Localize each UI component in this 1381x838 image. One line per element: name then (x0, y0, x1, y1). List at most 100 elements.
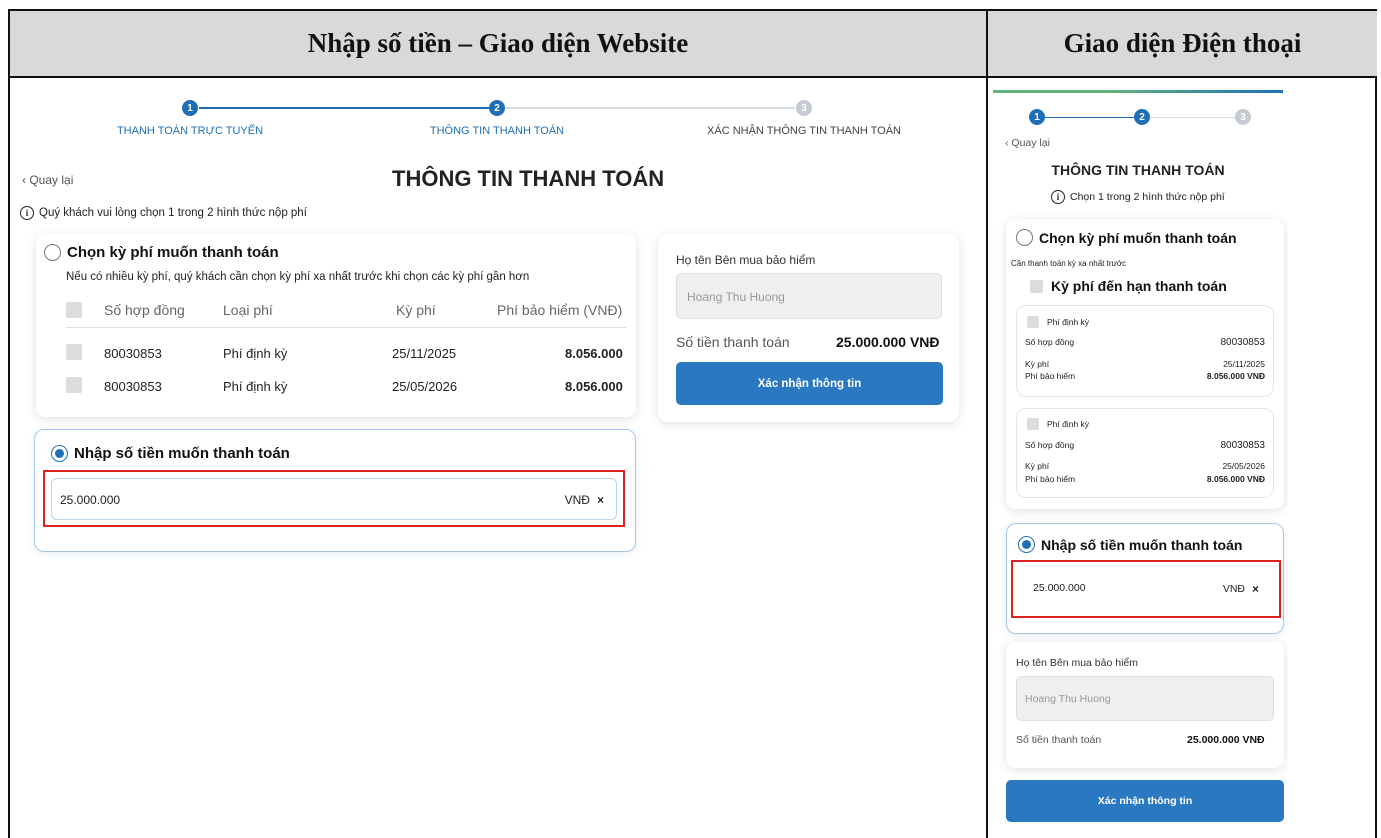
step-2-label: THÔNG TIN THANH TOÁN (429, 125, 565, 137)
m-item-1-type: Phí định kỳ (1047, 317, 1090, 327)
m-period-item[interactable]: Phí định kỳ Số hợp đồng 80030853 Kỳ phí … (1016, 408, 1274, 498)
m-step-2-dot: 2 (1134, 109, 1150, 125)
m-item-2-contract: 80030853 (1220, 440, 1266, 451)
m-due-label: Kỳ phí đến hạn thanh toán (1051, 278, 1227, 294)
option-period-note: Nếu có nhiều kỳ phí, quý khách cần chọn … (66, 271, 530, 283)
step-3-label: XÁC NHẬN THÔNG TIN THANH TOÁN (707, 125, 901, 137)
m-option-amount-label: Nhập số tiền muốn thanh toán (1041, 536, 1243, 553)
back-label: Quay lại (29, 173, 74, 187)
step-1-dot: 1 (182, 100, 198, 116)
option-period-label: Chọn kỳ phí muốn thanh toán (67, 244, 279, 261)
m-option-amount-title[interactable]: Nhập số tiền muốn thanh toán (1018, 536, 1242, 553)
confirm-button[interactable]: Xác nhận thông tin (676, 362, 943, 405)
step-1-label: THANH TOÁN TRỰC TUYẾN (116, 125, 264, 137)
period-radio[interactable] (44, 244, 61, 261)
mobile-panel: 1 2 3 ‹ Quay lại THÔNG TIN THANH TOÁN i … (988, 80, 1288, 836)
m-period-item[interactable]: Phí định kỳ Số hợp đồng 80030853 Kỳ phí … (1016, 305, 1274, 397)
m-info-note: i Chọn 1 trong 2 hình thức nộp phí (1051, 190, 1225, 204)
m-amount-value: 25.000.000 (1033, 582, 1086, 594)
amount-input[interactable]: 25.000.000 VNĐ × (51, 478, 617, 520)
m-option-period-title[interactable]: Chọn kỳ phí muốn thanh toán (1016, 229, 1237, 246)
m-item-2-contract-label: Số hợp đồng (1025, 440, 1075, 450)
total-value: 25.000.000 VNĐ (836, 334, 940, 350)
m-option-amount-card: Nhập số tiền muốn thanh toán 25.000.000 … (1006, 523, 1284, 634)
select-all-checkbox[interactable] (66, 302, 82, 318)
name-label: Họ tên Bên mua bảo hiểm (676, 253, 816, 267)
chevron-left-icon: ‹ (22, 173, 26, 187)
amount-unit: VNĐ × (565, 493, 604, 507)
amount-unit-label: VNĐ (564, 493, 590, 507)
back-link[interactable]: ‹ Quay lại (22, 173, 73, 187)
m-period-radio[interactable] (1016, 229, 1033, 246)
option-amount-label: Nhập số tiền muốn thanh toán (74, 445, 290, 462)
m-name-value: Hoang Thu Huong (1025, 693, 1111, 705)
m-step-3-dot: 3 (1235, 109, 1251, 125)
m-amount-unit: VNĐ × (1223, 582, 1259, 596)
step-connector-2 (505, 107, 795, 109)
m-step-1-dot: 1 (1029, 109, 1045, 125)
m-step-connector-1 (1045, 117, 1135, 118)
option-period-title[interactable]: Chọn kỳ phí muốn thanh toán (44, 244, 279, 261)
row-2-contract: 80030853 (104, 379, 162, 394)
option-period-card: Chọn kỳ phí muốn thanh toán Nếu có nhiều… (36, 234, 636, 417)
clear-icon[interactable]: × (597, 493, 604, 507)
table-divider (66, 327, 626, 328)
row-2-checkbox[interactable] (66, 377, 82, 393)
amount-value: 25.000.000 (60, 493, 121, 507)
top-progress-bar (993, 90, 1283, 93)
summary-card: Họ tên Bên mua bảo hiểm Hoang Thu Huong … (658, 234, 959, 422)
m-back-link[interactable]: ‹ Quay lại (1005, 137, 1050, 149)
m-item-2-period: 25/05/2026 (1222, 461, 1265, 471)
m-item-1-contract-label: Số hợp đồng (1025, 337, 1075, 347)
page-title: THÔNG TIN THANH TOÁN (392, 166, 665, 191)
m-item-1-period-label: Kỳ phí (1025, 359, 1050, 369)
m-confirm-button[interactable]: Xác nhận thông tin (1006, 780, 1284, 822)
m-option-period-card: Chọn kỳ phí muốn thanh toán Cần thanh to… (1006, 219, 1284, 509)
m-option-period-label: Chọn kỳ phí muốn thanh toán (1039, 229, 1237, 246)
m-amount-unit-label: VNĐ (1222, 583, 1245, 595)
m-item-1-contract: 80030853 (1220, 337, 1266, 348)
row-1-checkbox[interactable] (66, 344, 82, 360)
amount-radio[interactable] (51, 445, 68, 462)
row-1-contract: 80030853 (104, 346, 162, 361)
header-website: Nhập số tiền – Giao diện Website (10, 11, 986, 78)
header-mobile: Giao diện Điện thoại (988, 11, 1377, 78)
m-page-title: THÔNG TIN THANH TOÁN (1051, 162, 1225, 178)
step-2-dot: 2 (489, 100, 505, 116)
m-name-field[interactable]: Hoang Thu Huong (1016, 676, 1274, 721)
row-2-amount: 8.056.000 (565, 379, 623, 394)
m-item-2-checkbox[interactable] (1027, 418, 1039, 430)
m-step-connector-2 (1150, 117, 1235, 118)
m-item-1-checkbox[interactable] (1027, 316, 1039, 328)
info-text: Quý khách vui lòng chọn 1 trong 2 hình t… (39, 207, 307, 219)
m-item-2-type: Phí định kỳ (1047, 419, 1090, 429)
m-back-label: Quay lại (1011, 137, 1050, 149)
step-connector-1 (199, 107, 489, 109)
m-due-checkbox[interactable] (1030, 280, 1043, 293)
option-amount-card: Nhập số tiền muốn thanh toán 25.000.000 … (34, 429, 636, 552)
m-amount-radio[interactable] (1018, 536, 1035, 553)
row-1-type: Phí định kỳ (223, 346, 288, 361)
info-note: i Quý khách vui lòng chọn 1 trong 2 hình… (20, 206, 307, 220)
m-item-2-period-label: Kỳ phí (1025, 461, 1050, 471)
row-1-period: 25/11/2025 (392, 346, 457, 361)
stepper: 1 2 3 THANH TOÁN TRỰC TUYẾN THÔNG TIN TH… (12, 100, 974, 144)
m-info-text: Chọn 1 trong 2 hình thức nộp phí (1070, 191, 1225, 203)
name-field[interactable]: Hoang Thu Huong (676, 273, 942, 319)
m-item-2-amount-label: Phí bảo hiểm (1025, 474, 1076, 484)
m-amount-input[interactable]: 25.000.000 VNĐ × (1017, 568, 1275, 610)
m-total-value: 25.000.000 VNĐ (1187, 734, 1265, 746)
m-item-1-period: 25/11/2025 (1223, 359, 1265, 369)
chevron-left-icon: ‹ (1005, 137, 1009, 149)
m-option-period-note: Cần thanh toán kỳ xa nhất trước (1011, 259, 1127, 268)
clear-icon[interactable]: × (1252, 582, 1259, 596)
m-total-label: Số tiền thanh toán (1016, 734, 1102, 746)
option-amount-title[interactable]: Nhập số tiền muốn thanh toán (51, 445, 290, 462)
m-item-2-amount: 8.056.000 VNĐ (1206, 474, 1265, 484)
info-icon: i (1051, 190, 1065, 204)
name-value: Hoang Thu Huong (687, 290, 785, 304)
website-panel: 1 2 3 THANH TOÁN TRỰC TUYẾN THÔNG TIN TH… (12, 80, 974, 836)
row-2-period: 25/05/2026 (392, 379, 458, 394)
row-2-type: Phí định kỳ (223, 379, 288, 394)
col-contract: Số hợp đồng (104, 302, 185, 318)
